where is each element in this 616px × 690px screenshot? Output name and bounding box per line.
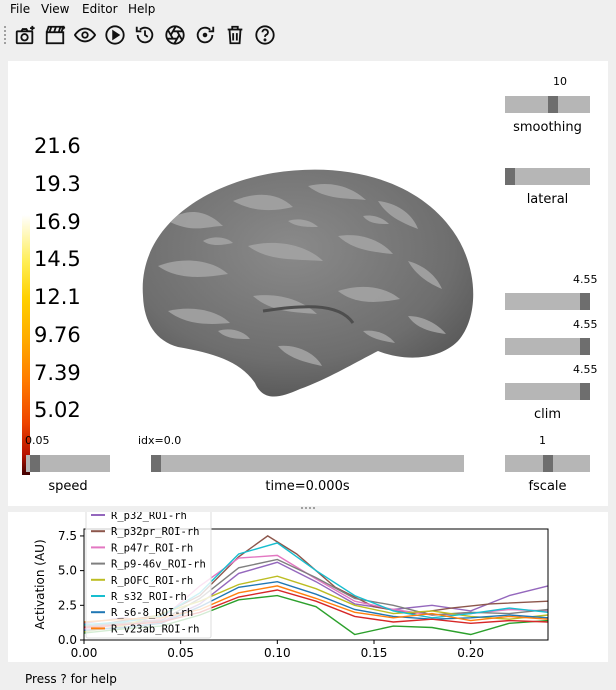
time-slider-handle[interactable] (151, 455, 161, 472)
help-button[interactable] (252, 22, 278, 48)
trash-icon (227, 25, 243, 45)
fscale-slider-handle[interactable] (542, 455, 553, 472)
menu-view[interactable]: View (41, 2, 69, 16)
help-icon (255, 25, 275, 45)
screenshot-button[interactable] (12, 22, 38, 48)
toolbar-grip[interactable] (3, 25, 7, 45)
clim-mid-slider-handle[interactable] (580, 338, 590, 355)
smoothing-label: smoothing (513, 120, 582, 135)
colorbar-label: 14.5 (34, 247, 81, 271)
activation-chart: 0.0 2.5 5.0 7.5 0.00 0.05 0.10 0.15 0.20 Activati… (33, 512, 549, 660)
clim-mid-value: 4.55 (573, 318, 598, 331)
screenshot-icon (15, 25, 35, 45)
status-bar: Press ? for help (0, 668, 616, 690)
fscale-label: fscale (528, 479, 567, 494)
colorbar-label: 9.76 (34, 323, 81, 347)
clim-bottom-slider[interactable] (505, 383, 590, 400)
fscale-slider[interactable] (505, 455, 590, 472)
lateral-slider-handle[interactable] (505, 168, 515, 185)
status-text: Press ? for help (25, 672, 117, 686)
smoothing-slider-handle[interactable] (547, 96, 558, 113)
legend-entry: R_pOFC_ROI-rh (111, 575, 193, 587)
speed-slider-handle[interactable] (29, 455, 40, 472)
clim-top-slider[interactable] (505, 293, 590, 310)
eye-icon (74, 27, 96, 43)
movie-button[interactable] (42, 22, 68, 48)
colorbar-label: 16.9 (34, 210, 81, 234)
play-button[interactable] (102, 22, 128, 48)
legend-entry: R_p47r_ROI-rh (111, 542, 193, 554)
delete-button[interactable] (222, 22, 248, 48)
time-label: time=0.000s (265, 479, 350, 494)
legend-entry: R_v23ab_ROI-rh (111, 623, 200, 635)
lateral-slider[interactable] (505, 168, 590, 185)
speed-value: 0.05 (25, 434, 50, 447)
reset-button[interactable] (192, 22, 218, 48)
legend-entry: R_p9-46v_ROI-rh (111, 559, 206, 571)
y-axis-label: Activation (AU) (33, 539, 47, 629)
y-tick-label: 7.5 (58, 529, 77, 543)
shutter-button[interactable] (162, 22, 188, 48)
legend-entry: R_p32_ROI-rh (111, 512, 187, 522)
menu-file[interactable]: File (10, 2, 30, 16)
time-slider[interactable] (151, 455, 464, 472)
clim-mid-slider[interactable] (505, 338, 590, 355)
history-icon (135, 26, 154, 44)
shutter-icon (165, 25, 185, 45)
colorbar-label-min: 5.02 (34, 398, 81, 422)
x-tick-label: 0.10 (264, 646, 291, 660)
brain-render-panel[interactable]: 21.6 19.3 16.9 14.5 12.1 9.76 7.39 5.02 … (8, 61, 608, 506)
panel-splitter-handle[interactable] (300, 506, 316, 510)
movie-icon (45, 25, 66, 45)
menu-help[interactable]: Help (128, 2, 155, 16)
smoothing-slider[interactable] (505, 96, 590, 113)
play-icon (105, 25, 125, 45)
clim-label: clim (533, 407, 562, 422)
y-tick-label: 2.5 (58, 598, 77, 612)
y-tick-label: 5.0 (58, 564, 77, 578)
x-tick-label: 0.20 (457, 646, 484, 660)
x-tick-label: 0.00 (71, 646, 98, 660)
colorbar-label: 19.3 (34, 172, 81, 196)
smoothing-value: 10 (553, 75, 567, 88)
colorbar-label: 7.39 (34, 361, 81, 385)
clim-bottom-slider-handle[interactable] (580, 383, 590, 400)
lateral-label: lateral (526, 192, 569, 207)
legend-entry: R_s6-8_ROI-rh (111, 607, 193, 619)
time-index-value: idx=0.0 (138, 434, 182, 447)
activation-plot-panel: 0.0 2.5 5.0 7.5 0.00 0.05 0.10 0.15 0.20 Activati… (8, 512, 608, 662)
y-tick-label: 0.0 (58, 633, 77, 647)
colorbar-label-max: 21.6 (34, 134, 81, 158)
speed-label: speed (48, 479, 88, 494)
menu-bar: File View Editor Help (0, 0, 616, 18)
toolbar (0, 19, 616, 51)
x-tick-label: 0.05 (167, 646, 194, 660)
history-button[interactable] (132, 22, 158, 48)
visibility-button[interactable] (72, 22, 98, 48)
x-tick-label: 0.15 (361, 646, 388, 660)
clim-top-value: 4.55 (573, 273, 598, 286)
clim-top-slider-handle[interactable] (580, 293, 590, 310)
legend-entry: R_s32_ROI-rh (111, 591, 187, 603)
legend-entry: R_p32pr_ROI-rh (111, 526, 200, 538)
reset-icon (196, 26, 215, 44)
fscale-value: 1 (539, 434, 546, 447)
colorbar-label: 12.1 (34, 285, 81, 309)
clim-bottom-value: 4.55 (573, 363, 598, 376)
menu-editor[interactable]: Editor (82, 2, 118, 16)
speed-slider[interactable] (26, 455, 110, 472)
